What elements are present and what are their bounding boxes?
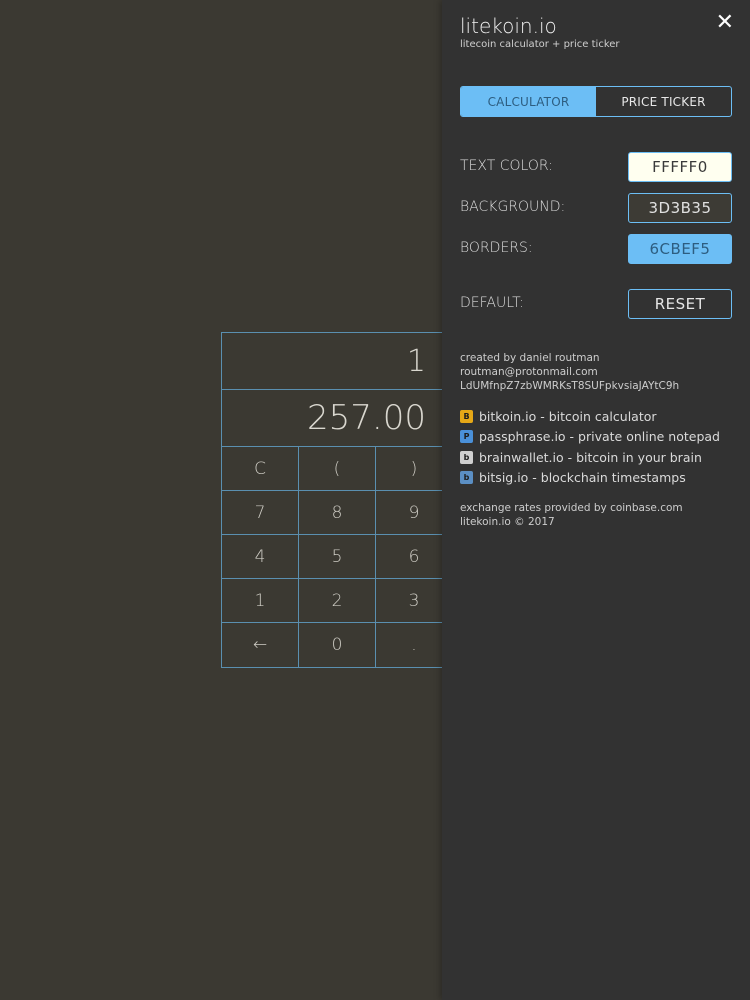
link-passphrase-label: passphrase.io - private online notepad (479, 429, 720, 445)
background-label: BACKGROUND: (460, 199, 566, 215)
exchange-rates-credit: exchange rates provided by coinbase.com (460, 502, 683, 514)
mode-tabs: CALCULATOR PRICE TICKER (460, 86, 732, 117)
tab-price-ticker[interactable]: PRICE TICKER (596, 87, 731, 116)
donation-address: LdUMfnpZ7zbWMRKsT8SUFpkvsiaJAYtC9h (460, 380, 680, 392)
key-close-paren[interactable]: ) (376, 447, 452, 491)
key-4[interactable]: 4 (222, 535, 299, 579)
related-links: B bitkoin.io - bitcoin calculator P pass… (460, 406, 720, 488)
link-bitkoin[interactable]: B bitkoin.io - bitcoin calculator (460, 406, 720, 427)
key-decimal[interactable]: . (376, 623, 452, 667)
text-color-input[interactable]: FFFFF0 (628, 152, 732, 182)
credits: created by daniel routman routman@proton… (460, 351, 679, 393)
link-bitkoin-label: bitkoin.io - bitcoin calculator (479, 408, 657, 424)
close-icon[interactable]: ✕ (716, 12, 734, 34)
author-email-link[interactable]: routman@protonmail.com (460, 365, 679, 379)
app-subtitle: litecoin calculator + price ticker (460, 39, 620, 50)
amount-display[interactable]: 1 (222, 333, 450, 390)
link-bitsig-label: bitsig.io - blockchain timestamps (479, 470, 686, 486)
copyright: litekoin.io © 2017 (460, 516, 555, 528)
reset-button[interactable]: RESET (628, 289, 732, 319)
calculator: 1 257.00 C ( ) 7 8 9 4 5 6 1 2 3 ← 0 . (221, 332, 452, 668)
key-0[interactable]: 0 (299, 623, 376, 667)
link-bitsig[interactable]: b bitsig.io - blockchain timestamps (460, 468, 720, 489)
key-5[interactable]: 5 (299, 535, 376, 579)
result-value: 257.00 (307, 398, 426, 438)
key-8[interactable]: 8 (299, 491, 376, 535)
key-2[interactable]: 2 (299, 579, 376, 623)
passphrase-logo-icon: P (460, 430, 473, 444)
key-open-paren[interactable]: ( (299, 447, 376, 491)
background-color-input[interactable]: 3D3B35 (628, 193, 732, 223)
key-9[interactable]: 9 (376, 491, 452, 535)
key-3[interactable]: 3 (376, 579, 452, 623)
borders-label: BORDERS: (460, 240, 533, 256)
brainwallet-logo-icon: b (460, 450, 473, 464)
result-display: 257.00 (222, 390, 450, 447)
app-title: litekoin.io (460, 14, 557, 38)
key-clear[interactable]: C (222, 447, 299, 491)
borders-color-input[interactable]: 6CBEF5 (628, 234, 732, 264)
bitsig-logo-icon: b (460, 471, 473, 485)
author-text: created by daniel routman (460, 352, 600, 364)
tab-calculator[interactable]: CALCULATOR (461, 87, 596, 116)
settings-panel: litekoin.io litecoin calculator + price … (442, 0, 750, 1000)
key-6[interactable]: 6 (376, 535, 452, 579)
bitkoin-logo-icon: B (460, 409, 473, 423)
key-1[interactable]: 1 (222, 579, 299, 623)
key-backspace[interactable]: ← (222, 623, 299, 667)
link-brainwallet-label: brainwallet.io - bitcoin in your brain (479, 449, 702, 465)
amount-value: 1 (406, 343, 426, 379)
link-brainwallet[interactable]: b brainwallet.io - bitcoin in your brain (460, 447, 720, 468)
default-label: DEFAULT: (460, 295, 524, 311)
keypad: C ( ) 7 8 9 4 5 6 1 2 3 ← 0 . (222, 447, 452, 667)
link-passphrase[interactable]: P passphrase.io - private online notepad (460, 427, 720, 448)
text-color-label: TEXT COLOR: (460, 158, 553, 174)
footer: exchange rates provided by coinbase.com … (460, 501, 683, 529)
key-7[interactable]: 7 (222, 491, 299, 535)
